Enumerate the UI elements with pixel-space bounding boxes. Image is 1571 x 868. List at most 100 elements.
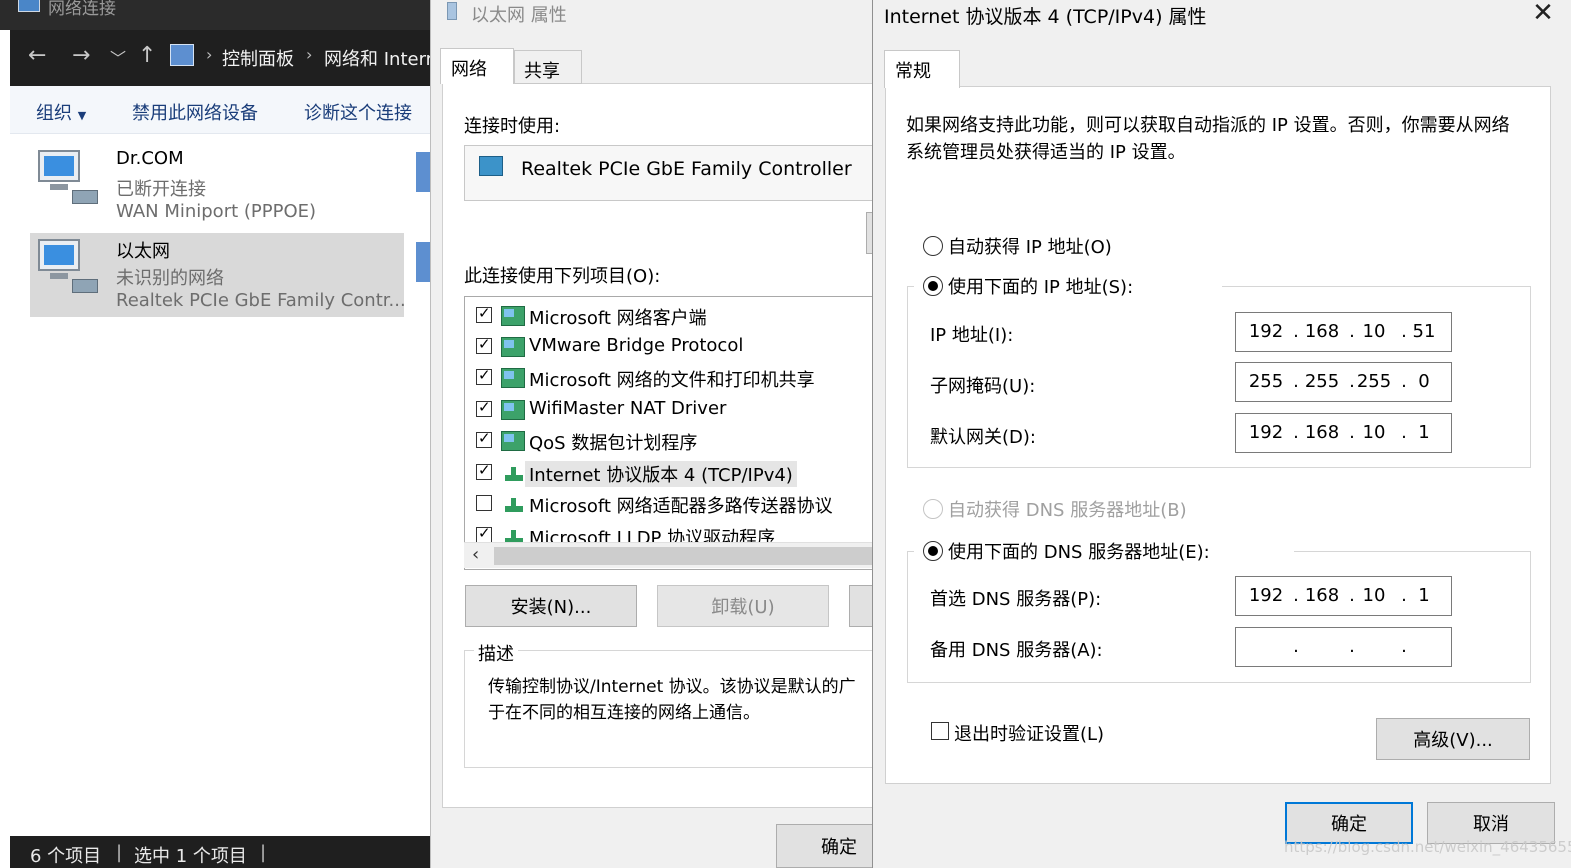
item-label: Microsoft 网络的文件和打印机共享	[529, 370, 815, 391]
manual-ip-label: 使用下面的 IP 地址(S):	[948, 277, 1134, 298]
components-list[interactable]: Microsoft 网络客户端 VMware Bridge Protocol M…	[464, 296, 874, 570]
auto-dns-label: 自动获得 DNS 服务器地址(B)	[948, 500, 1187, 521]
tab-general[interactable]: 常规	[884, 50, 960, 88]
vertical-scrollbar[interactable]	[1552, 86, 1569, 784]
explorer-title: 网络连接	[48, 0, 116, 19]
adapter-name: Realtek PCIe GbE Family Controller	[521, 158, 852, 180]
network-adapter-icon	[416, 242, 430, 282]
list-item-selected[interactable]: Internet 协议版本 4 (TCP/IPv4)	[465, 458, 873, 488]
back-arrow-icon[interactable]: ←	[28, 43, 46, 68]
list-item[interactable]: VMware Bridge Protocol	[465, 332, 873, 362]
item-checkbox[interactable]	[476, 366, 492, 385]
network-adapter-icon	[479, 156, 503, 176]
connection-name: Dr.COM	[116, 148, 184, 169]
manual-dns-label: 使用下面的 DNS 服务器地址(E):	[948, 542, 1210, 563]
breadcrumb-separator-icon: ›	[206, 45, 213, 64]
network-adapter-icon	[38, 239, 98, 293]
ip-address-field[interactable]: 192. 168. 10. 51	[1235, 312, 1452, 352]
ipv4-dialog-title: Internet 协议版本 4 (TCP/IPv4) 属性	[884, 6, 1207, 28]
item-label: QoS 数据包计划程序	[529, 433, 698, 454]
description-line: 传输控制协议/Internet 协议。该协议是默认的广	[488, 677, 856, 697]
forward-arrow-icon[interactable]: →	[72, 43, 90, 68]
protocol-icon	[501, 494, 525, 514]
organize-menu[interactable]: 组织 ▼	[36, 99, 86, 125]
item-checkbox[interactable]	[476, 304, 492, 323]
octet: 10	[1362, 321, 1386, 342]
manual-ip-radio[interactable]	[923, 276, 943, 296]
item-label: Microsoft 网络适配器多路传送器协议	[529, 496, 833, 517]
octet: 168	[1304, 321, 1340, 342]
item-checkbox[interactable]	[476, 461, 492, 480]
explorer-navbar: ← → ﹀ ↑ › 控制面板 › 网络和 Interr	[10, 30, 430, 86]
item-checkbox[interactable]	[476, 429, 492, 448]
network-client-icon	[501, 306, 525, 326]
alternate-dns-field[interactable]: . . .	[1235, 627, 1452, 667]
watermark-text: https://blog.csdn.net/weixin_46435655	[1284, 838, 1571, 856]
auto-ip-label: 自动获得 IP 地址(O)	[948, 237, 1112, 258]
octet: 255	[1356, 371, 1392, 392]
connection-item-ethernet[interactable]: 以太网 未识别的网络 Realtek PCIe GbE Family Contr…	[30, 233, 406, 317]
validate-on-exit-checkbox[interactable]	[931, 722, 949, 740]
dropdown-caret-icon: ▼	[77, 109, 87, 122]
scroll-left-icon[interactable]: ‹	[472, 544, 479, 565]
tab-general-label: 常规	[895, 61, 931, 82]
subnet-mask-field[interactable]: 255. 255. 255. 0	[1235, 362, 1452, 402]
network-adapter-icon	[416, 152, 430, 192]
horizontal-scrollbar[interactable]: ‹	[464, 542, 874, 568]
tab-network-label: 网络	[451, 59, 487, 80]
item-checkbox[interactable]	[476, 335, 492, 354]
preferred-dns-field[interactable]: 192. 168. 10. 1	[1235, 576, 1452, 616]
validate-on-exit-label: 退出时验证设置(L)	[954, 724, 1105, 745]
octet-dot: .	[1293, 636, 1299, 657]
item-checkbox[interactable]	[476, 495, 492, 511]
octet: 51	[1412, 321, 1436, 342]
uninstall-button[interactable]: 卸载(U)	[657, 585, 829, 627]
tab-network[interactable]: 网络	[440, 48, 514, 84]
advanced-button[interactable]: 高级(V)...	[1376, 718, 1530, 760]
gateway-label: 默认网关(D):	[930, 427, 1036, 448]
tab-sharing[interactable]: 共享	[514, 50, 582, 84]
status-bar: 6 个项目 | 选中 1 个项目 |	[10, 836, 430, 868]
scrollbar-thumb[interactable]	[494, 547, 874, 565]
default-gateway-field[interactable]: 192. 168. 10. 1	[1235, 413, 1452, 453]
network-client-icon	[501, 400, 525, 420]
breadcrumb-network-internet[interactable]: 网络和 Interr	[324, 45, 430, 71]
breadcrumb-control-panel[interactable]: 控制面板	[222, 45, 294, 71]
properties-button[interactable]	[849, 585, 874, 627]
recent-locations-chevron-icon[interactable]: ﹀	[110, 45, 126, 69]
disable-device-button[interactable]: 禁用此网络设备	[132, 99, 258, 125]
ethernet-properties-icon	[447, 2, 457, 20]
connection-name: 以太网	[116, 241, 170, 262]
list-item[interactable]: QoS 数据包计划程序	[465, 426, 873, 456]
list-item[interactable]: Microsoft 网络适配器多路传送器协议	[465, 489, 873, 519]
close-icon[interactable]: ✕	[1528, 0, 1558, 28]
octet: 192	[1248, 585, 1284, 606]
manual-dns-radio[interactable]	[923, 541, 943, 561]
octet: 1	[1418, 422, 1430, 443]
network-folder-icon	[18, 0, 40, 12]
network-adapter-icon	[38, 150, 98, 204]
network-client-icon	[501, 431, 525, 451]
diagnose-connection-button[interactable]: 诊断这个连接	[304, 99, 412, 125]
connection-device: WAN Miniport (PPPOE)	[116, 201, 317, 222]
install-button[interactable]: 安装(N)...	[465, 585, 637, 627]
octet: 1	[1418, 585, 1430, 606]
octet: 255	[1304, 371, 1340, 392]
connection-status: 未识别的网络	[116, 268, 224, 289]
item-checkbox[interactable]	[476, 398, 492, 417]
octet: 168	[1304, 422, 1340, 443]
connection-status: 已断开连接	[116, 179, 206, 200]
explorer-titlebar: 网络连接	[0, 0, 430, 30]
list-item[interactable]: Microsoft 网络客户端	[465, 301, 873, 331]
network-client-icon	[501, 337, 525, 357]
list-item[interactable]: Microsoft 网络的文件和打印机共享	[465, 363, 873, 393]
item-checkbox[interactable]	[476, 524, 492, 543]
network-connections-window: 网络连接 ← → ﹀ ↑ › 控制面板 › 网络和 Interr 组织 ▼ 禁用…	[0, 0, 430, 868]
connection-device: Realtek PCIe GbE Family Contr...	[116, 290, 406, 311]
auto-dns-radio[interactable]	[923, 499, 943, 519]
connection-item-drcom[interactable]: Dr.COM 已断开连接 WAN Miniport (PPPOE)	[30, 144, 404, 228]
auto-ip-radio[interactable]	[923, 236, 943, 256]
up-arrow-icon[interactable]: ↑	[138, 43, 156, 68]
list-item[interactable]: WifiMaster NAT Driver	[465, 395, 873, 425]
subnet-mask-label: 子网掩码(U):	[930, 376, 1036, 397]
